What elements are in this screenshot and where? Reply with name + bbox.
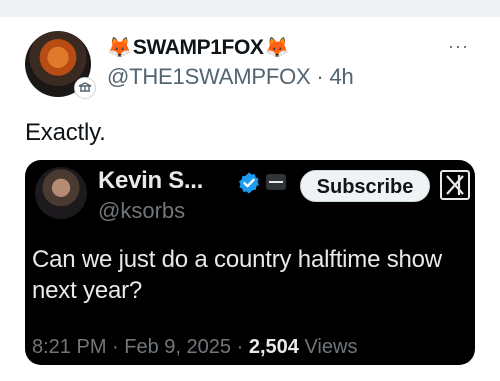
quoted-post-time[interactable]: 8:21 PM bbox=[32, 336, 106, 358]
top-divider-bar bbox=[0, 0, 500, 17]
government-badge-icon bbox=[74, 77, 96, 99]
views-label: Views bbox=[304, 336, 358, 358]
post-header: 🦊 SWAMP1FOX 🦊 @THE1SWAMPFOX · 4h bbox=[107, 33, 470, 90]
views-count: 2,504 bbox=[248, 336, 299, 358]
x-logo-icon[interactable] bbox=[440, 170, 470, 200]
author-handle[interactable]: @THE1SWAMPFOX bbox=[107, 64, 311, 89]
more-options-icon[interactable]: ··· bbox=[448, 36, 469, 57]
quoted-post-date[interactable]: Feb 9, 2025 bbox=[124, 336, 231, 358]
affiliation-badge-icon bbox=[266, 174, 286, 190]
post-text: Exactly. bbox=[25, 119, 106, 146]
meta-separator: · bbox=[236, 336, 244, 358]
subscribe-button[interactable]: Subscribe bbox=[300, 170, 430, 202]
author-handle-row: @THE1SWAMPFOX · 4h bbox=[107, 64, 470, 90]
post-time-ago[interactable]: 4h bbox=[329, 64, 353, 89]
quoted-post-text: Can we just do a country halftime show n… bbox=[32, 246, 442, 304]
fox-left-icon: 🦊 bbox=[107, 37, 132, 59]
handle-separator: · bbox=[316, 64, 324, 89]
meta-separator: · bbox=[112, 336, 119, 358]
quoted-author-avatar[interactable] bbox=[35, 167, 87, 219]
verified-badge-icon bbox=[239, 172, 259, 194]
quoted-post-card[interactable]: Kevin S... Subscribe @ksorbs Can we just… bbox=[25, 160, 475, 365]
author-name-row[interactable]: 🦊 SWAMP1FOX 🦊 bbox=[107, 33, 470, 63]
quoted-post-meta: 8:21 PM · Feb 9, 2025 · 2,504 Views bbox=[32, 336, 357, 359]
author-display-name[interactable]: SWAMP1FOX bbox=[133, 36, 264, 60]
quoted-author-handle[interactable]: @ksorbs bbox=[98, 198, 185, 224]
quoted-author-name[interactable]: Kevin S... bbox=[98, 167, 203, 195]
fox-right-icon: 🦊 bbox=[264, 37, 290, 59]
